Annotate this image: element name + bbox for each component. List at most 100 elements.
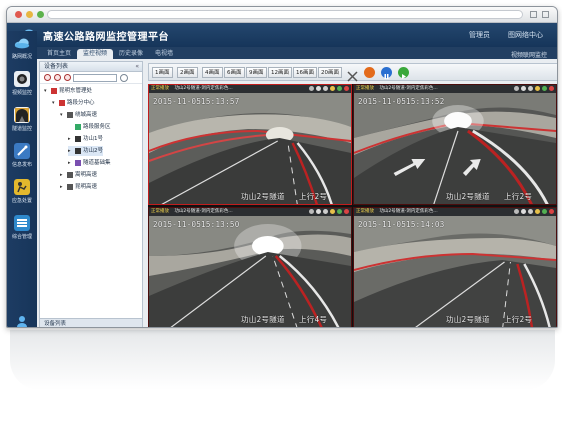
record-small-icon[interactable] [549, 86, 554, 91]
audio-icon[interactable] [337, 86, 342, 91]
video-title: 功山2号隧道-洞内定焦彩色... [379, 86, 438, 91]
browser-menu-icon[interactable] [530, 11, 537, 18]
pause-icon[interactable] [381, 67, 392, 79]
device-search-input[interactable] [73, 74, 117, 82]
tree-node[interactable]: ▾ 昆明东管理处 [44, 86, 92, 96]
refresh-node-icon[interactable] [64, 74, 71, 81]
address-bar[interactable] [47, 10, 523, 19]
tunnel-icon [14, 107, 30, 123]
ptz-icon[interactable] [535, 86, 540, 91]
management-icon [14, 215, 30, 231]
layout-1-button[interactable]: 1画面 [152, 67, 173, 78]
tunnel-camera-feed [354, 93, 556, 204]
tree-node[interactable]: ▸ 隧道基础集 [68, 158, 111, 168]
expand-icon[interactable]: ▸ [68, 158, 73, 168]
layout-2-button[interactable]: 2画面 [177, 67, 198, 78]
building-icon [51, 88, 57, 94]
sidebar-item-tunnel[interactable]: 隧道监控 [8, 107, 36, 145]
settings-icon[interactable] [309, 209, 314, 214]
snapshot-icon[interactable] [316, 209, 321, 214]
video-cell-titlebar: 正常播放 功山2号隧道-洞内定焦彩色... [354, 208, 556, 216]
tree-node[interactable]: ▸ 昆明高速 [60, 182, 97, 192]
header-link-admin[interactable]: 管理员 [469, 30, 490, 40]
expand-icon[interactable]: ▸ [60, 170, 65, 180]
audio-icon[interactable] [542, 209, 547, 214]
expand-icon[interactable]: ▸ [60, 182, 65, 192]
expand-icon[interactable]: ▸ [68, 146, 73, 156]
search-icon[interactable] [120, 74, 128, 82]
tab-home[interactable]: 首页主页 [41, 49, 77, 59]
tree-node[interactable]: ▾ 路段分中心 [52, 98, 95, 108]
subheader-title: 视频联网监控 [510, 52, 547, 59]
ptz-icon[interactable] [535, 209, 540, 214]
audio-icon[interactable] [542, 86, 547, 91]
snapshot-icon[interactable] [316, 86, 321, 91]
layout-16-button[interactable]: 16画面 [293, 67, 317, 78]
expand-icon[interactable]: ▸ [68, 134, 73, 144]
tree-node[interactable]: ▾ 绕城高速 [60, 110, 97, 120]
layout-20-button[interactable]: 20画面 [318, 67, 342, 78]
expand-icon[interactable]: ▾ [44, 86, 49, 96]
add-node-icon[interactable] [44, 74, 51, 81]
maximize-dot-icon[interactable] [37, 11, 44, 18]
tree-node-label: 昆明高速 [75, 184, 98, 190]
user-button[interactable] [8, 313, 36, 327]
browser-window-icon[interactable] [542, 11, 549, 18]
expand-icon[interactable]: ▾ [60, 110, 65, 120]
user-icon [14, 313, 30, 327]
play-icon[interactable] [398, 67, 409, 79]
settings-icon[interactable] [309, 86, 314, 91]
sidebar: 路网概况 视频监控 隧道监控 信息发布 应急处置 综合管理 [7, 31, 37, 327]
record-small-icon[interactable] [549, 209, 554, 214]
sidebar-item-emergency[interactable]: 应急处置 [8, 179, 36, 217]
window-reflection [10, 330, 555, 390]
tab-tv-wall[interactable]: 电视墙 [149, 49, 179, 59]
tools-icon[interactable] [347, 67, 358, 82]
remove-node-icon[interactable] [54, 74, 61, 81]
expand-icon[interactable]: ▾ [52, 98, 57, 108]
app-header: 高速公路路网监控管理平台 管理员 图网络中心 [7, 23, 557, 47]
tree-node[interactable]: ▸ 嵩明高速 [60, 170, 97, 180]
video-cell-titlebar: 正常播放 功山2号隧道-洞内定焦彩色... [354, 85, 556, 93]
video-cell-1[interactable]: 正常播放 功山2号隧道-洞内定焦彩色... 2015-11-05 15:13:5… [148, 84, 352, 205]
sidebar-item-overview[interactable]: 路网概况 [8, 35, 36, 73]
sidebar-item-video[interactable]: 视频监控 [8, 71, 36, 109]
tree-node[interactable]: 路段服务区 [68, 122, 111, 132]
snapshot-icon[interactable] [521, 209, 526, 214]
layout-4-button[interactable]: 4画面 [202, 67, 223, 78]
collapse-icon[interactable]: « [135, 62, 139, 72]
osd-date: 2015-11-05 [153, 97, 202, 106]
video-cell-3[interactable]: 正常播放 功山2号隧道-洞内定焦彩色... 2015-11-05 15:13:5… [148, 207, 352, 327]
ptz-icon[interactable] [330, 209, 335, 214]
tree-node-selected[interactable]: ▸ 功山2号 [68, 146, 103, 156]
sidebar-item-broadcast[interactable]: 信息发布 [8, 143, 36, 181]
settings-icon[interactable] [514, 86, 519, 91]
device-tree-title: 设备列表 [44, 63, 69, 70]
audio-icon[interactable] [337, 209, 342, 214]
road-icon [67, 184, 73, 190]
sidebar-item-management[interactable]: 综合管理 [8, 215, 36, 253]
close-dot-icon[interactable] [15, 11, 22, 18]
sidebar-label: 信息发布 [11, 162, 32, 168]
close-icon[interactable] [528, 86, 533, 91]
record-icon[interactable] [364, 67, 375, 78]
ptz-icon[interactable] [330, 86, 335, 91]
record-small-icon[interactable] [344, 209, 349, 214]
video-cell-4[interactable]: 正常播放 功山2号隧道-洞内定焦彩色... 2015-11-05 15:14:0… [353, 207, 557, 327]
minimize-dot-icon[interactable] [26, 11, 33, 18]
close-icon[interactable] [323, 209, 328, 214]
close-icon[interactable] [528, 209, 533, 214]
layout-12-button[interactable]: 12画面 [268, 67, 292, 78]
close-icon[interactable] [323, 86, 328, 91]
settings-icon[interactable] [514, 209, 519, 214]
layout-9-button[interactable]: 9画面 [246, 67, 267, 78]
tab-history[interactable]: 历史录像 [113, 49, 149, 59]
video-grid: 正常播放 功山2号隧道-洞内定焦彩色... 2015-11-05 15:13:5… [148, 84, 557, 327]
tree-node[interactable]: ▸ 功山1号 [68, 134, 103, 144]
header-link-center[interactable]: 图网络中心 [508, 30, 543, 40]
snapshot-icon[interactable] [521, 86, 526, 91]
video-cell-2[interactable]: 正常播放 功山2号隧道-洞内定焦彩色... 2015-11-05 15:13:5… [353, 84, 557, 205]
record-small-icon[interactable] [344, 86, 349, 91]
layout-6-button[interactable]: 6画面 [224, 67, 245, 78]
tab-live-video[interactable]: 监控视频 [77, 49, 114, 59]
